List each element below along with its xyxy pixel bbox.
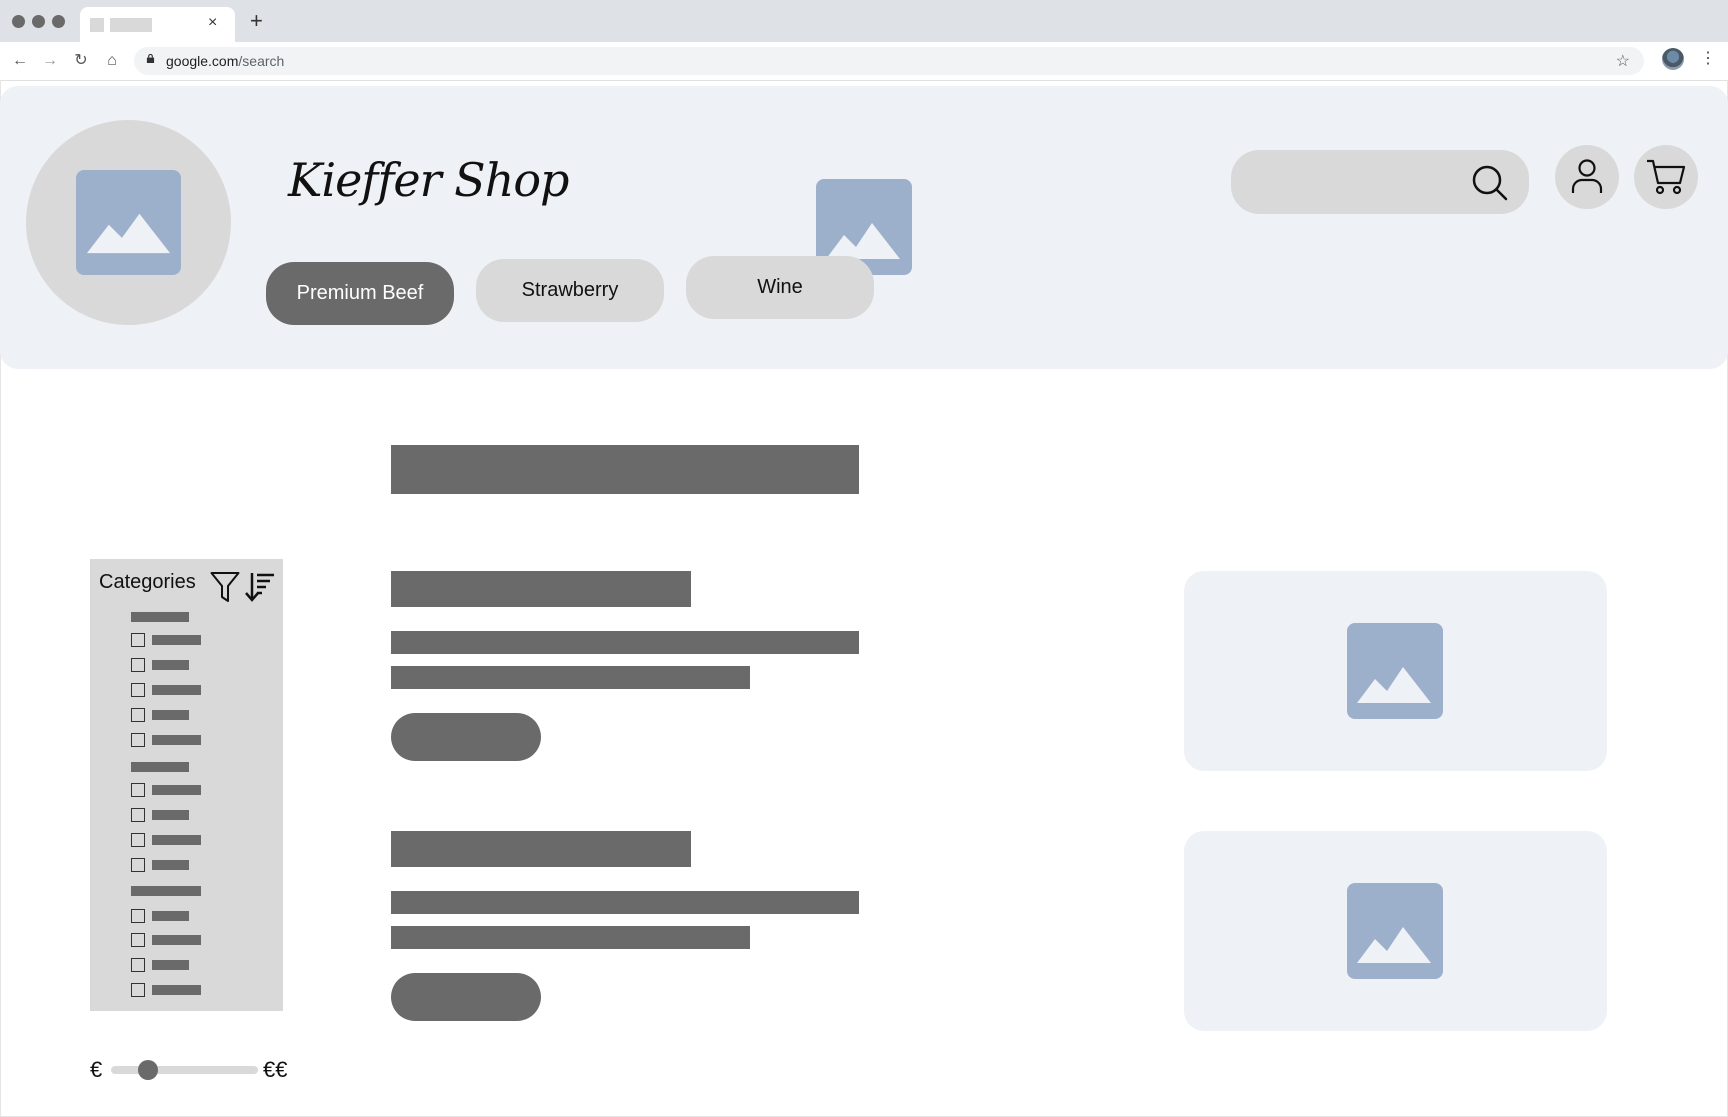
category-checkbox[interactable]	[131, 733, 145, 747]
category-group-heading	[131, 886, 201, 896]
categories-title: Categories	[99, 571, 196, 593]
category-checkbox[interactable]	[131, 958, 145, 972]
category-checkbox[interactable]	[131, 983, 145, 997]
shop-title: Kieffer Shop	[288, 153, 569, 207]
price-slider-track[interactable]	[111, 1066, 258, 1074]
reload-icon[interactable]: ↻	[70, 50, 92, 72]
category-label	[152, 735, 201, 745]
category-checkbox[interactable]	[131, 909, 145, 923]
browser-toolbar: ← → ↻ ⌂ google.com/search ☆ ⋮	[0, 42, 1728, 81]
forward-icon[interactable]: →	[39, 50, 61, 72]
logo-image-icon	[76, 170, 181, 275]
browser-menu-icon[interactable]: ⋮	[1700, 48, 1716, 70]
window-close-dot[interactable]	[12, 15, 25, 28]
category-group-heading	[131, 612, 189, 622]
categories-sidebar: Categories	[90, 559, 283, 1011]
category-label	[152, 935, 201, 945]
account-button[interactable]	[1555, 145, 1619, 209]
product-action-button[interactable]	[391, 713, 541, 761]
bookmark-star-icon[interactable]: ☆	[1616, 51, 1630, 71]
url-text[interactable]: google.com/search	[166, 52, 284, 70]
shop-logo[interactable]	[26, 120, 231, 325]
category-checkbox[interactable]	[131, 783, 145, 797]
url-host: google.com	[166, 53, 239, 69]
category-checkbox[interactable]	[131, 708, 145, 722]
new-tab-button[interactable]: +	[250, 9, 263, 33]
window-minimize-dot[interactable]	[32, 15, 45, 28]
lock-icon	[146, 54, 155, 63]
window-maximize-dot[interactable]	[52, 15, 65, 28]
category-label	[152, 685, 201, 695]
user-icon	[1571, 159, 1603, 193]
tab-close-icon[interactable]: ×	[208, 13, 217, 33]
nav-pill-wine[interactable]: Wine	[686, 256, 874, 319]
category-label	[152, 785, 201, 795]
tab-favicon-icon	[90, 18, 104, 32]
product-card[interactable]	[1184, 571, 1607, 771]
product-desc-line-placeholder	[391, 631, 859, 654]
product-desc-line-placeholder	[391, 666, 750, 689]
category-label	[152, 860, 189, 870]
product-image-icon	[1347, 883, 1443, 979]
category-label	[152, 835, 201, 845]
page-heading-placeholder	[391, 445, 859, 494]
search-icon[interactable]	[1471, 164, 1509, 202]
category-group-heading	[131, 762, 189, 772]
category-label	[152, 985, 201, 995]
product-card[interactable]	[1184, 831, 1607, 1031]
url-path: /search	[238, 53, 285, 69]
product-action-button[interactable]	[391, 973, 541, 1021]
category-checkbox[interactable]	[131, 808, 145, 822]
price-min-label: €	[90, 1057, 103, 1082]
search-input[interactable]	[1231, 150, 1529, 214]
cart-button[interactable]	[1634, 145, 1698, 209]
category-checkbox[interactable]	[131, 933, 145, 947]
product-image-icon	[1347, 623, 1443, 719]
product-title-placeholder	[391, 571, 691, 607]
category-checkbox[interactable]	[131, 658, 145, 672]
category-label	[152, 810, 189, 820]
profile-avatar[interactable]	[1662, 48, 1684, 70]
product-title-placeholder	[391, 831, 691, 867]
category-label	[152, 710, 189, 720]
back-icon[interactable]: ←	[9, 50, 31, 72]
product-desc-line-placeholder	[391, 891, 859, 914]
category-checkbox[interactable]	[131, 858, 145, 872]
browser-tab[interactable]: ×	[80, 7, 235, 42]
cart-icon	[1647, 159, 1686, 195]
nav-pill-strawberry[interactable]: Strawberry	[476, 259, 664, 322]
price-max-label: €€	[263, 1057, 288, 1082]
tab-title-placeholder	[110, 18, 152, 32]
price-slider-thumb[interactable]	[137, 1060, 158, 1080]
address-bar[interactable]: google.com/search ☆	[134, 47, 1644, 75]
category-label	[152, 660, 189, 670]
sort-icon[interactable]	[245, 571, 275, 603]
nav-pill-premium-beef[interactable]: Premium Beef	[266, 262, 454, 325]
category-checkbox[interactable]	[131, 633, 145, 647]
product-desc-line-placeholder	[391, 926, 750, 949]
home-icon[interactable]: ⌂	[101, 50, 123, 72]
category-checkbox[interactable]	[131, 833, 145, 847]
category-label	[152, 960, 189, 970]
browser-tab-bar: × +	[0, 0, 1728, 42]
category-label	[152, 911, 189, 921]
category-label	[152, 635, 201, 645]
filter-icon[interactable]	[210, 571, 240, 603]
category-checkbox[interactable]	[131, 683, 145, 697]
